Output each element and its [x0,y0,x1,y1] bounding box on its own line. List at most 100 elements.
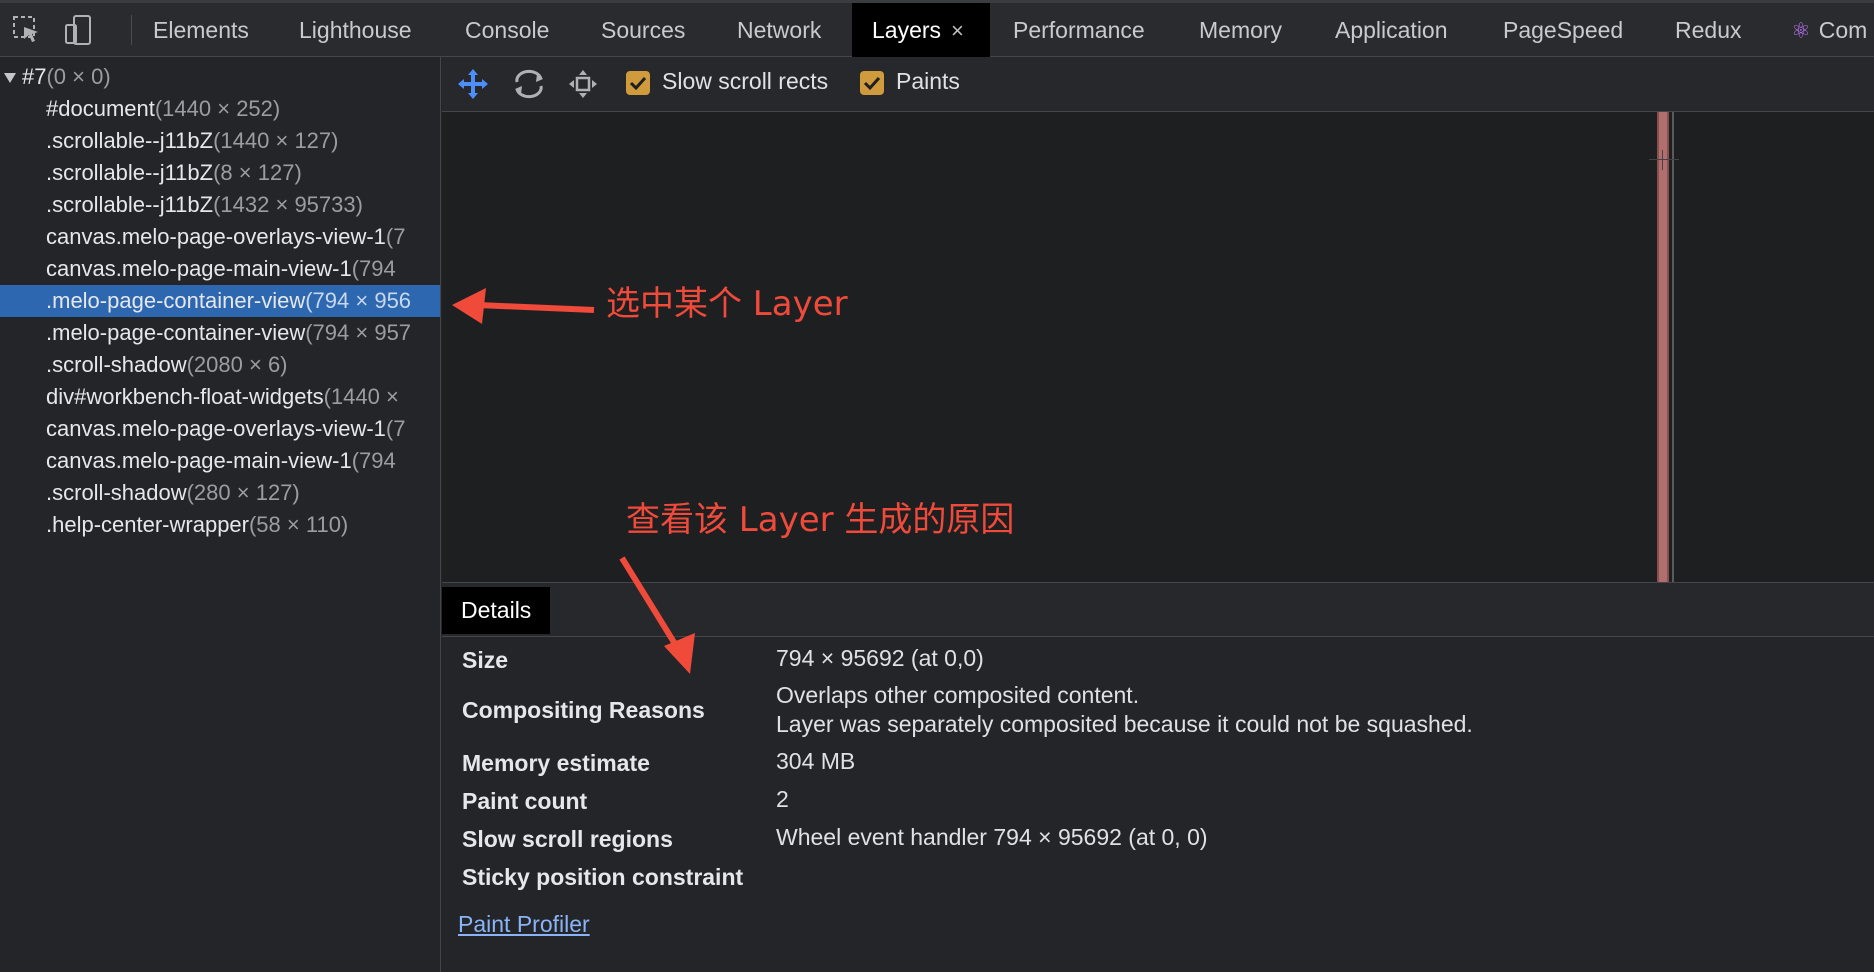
close-icon[interactable]: × [951,18,964,43]
tree-item-name: .melo-page-container-view [46,320,306,345]
detail-label-sticky-position-constraint: Sticky position constraint [462,864,744,890]
annotation-view-reason: 查看该 Layer 生成的原因 [626,500,1015,540]
crosshair-line [1649,159,1679,160]
tab-redux[interactable]: Redux [1655,3,1761,57]
tree-item-dimensions: (280 × 127) [186,480,300,505]
tab-label: Lighthouse [299,17,412,43]
tree-item-dimensions: (0 × 0) [46,64,111,89]
tab-label: Console [465,17,550,43]
tree-item-dimensions: (1440 × 127) [213,128,339,153]
tree-item-name: canvas.melo-page-main-view-1 [46,256,352,281]
tree-item-name: #7 [22,64,47,89]
tab-network[interactable]: Network [717,3,841,57]
tree-item[interactable]: .scrollable--j11bZ(1440 × 127) [0,125,440,157]
tab-label: Performance [1013,17,1145,43]
paints-label[interactable]: Paints [896,68,960,95]
tab-label: Elements [153,17,249,43]
tree-item[interactable]: #7(0 × 0) [0,61,440,93]
tree-item-name: .melo-page-container-view [46,288,306,313]
detail-value-slow-scroll-regions: Wheel event handler 794 × 95692 (at 0, 0… [776,824,1208,850]
tab-components[interactable]: ⚛ Com [1771,3,1867,57]
tab-pagespeed[interactable]: PageSpeed [1483,3,1643,57]
tab-label: Application [1335,17,1448,43]
tree-item-name: div#workbench-float-widgets [46,384,324,409]
tree-item[interactable]: .scrollable--j11bZ(8 × 127) [0,157,440,189]
devtools-tab-bar: Elements Lighthouse Console Sources Netw… [0,0,1874,57]
device-toolbar-icon[interactable] [62,13,96,47]
detail-value-compositing-reason: Overlaps other composited content. [776,682,1140,708]
tab-label: PageSpeed [1503,17,1624,43]
tree-item-dimensions: (794 × 957 [305,320,412,345]
detail-label-slow-scroll-regions: Slow scroll regions [462,826,673,852]
tree-item[interactable]: .help-center-wrapper(58 × 110) [0,509,440,541]
crosshair-line [1662,150,1663,170]
tab-label: Network [737,17,822,43]
tree-item-name: .scroll-shadow [46,352,187,377]
detail-label-memory-estimate: Memory estimate [462,750,650,776]
tree-item-name: .scroll-shadow [46,480,187,505]
tab-layers[interactable]: Layers × [852,3,990,57]
tree-item-dimensions: (2080 × 6) [186,352,288,377]
tab-label: Layers [872,17,942,43]
details-panel: Size 794 × 95692 (at 0,0) Compositing Re… [442,637,1874,972]
detail-label-compositing-reasons: Compositing Reasons [462,697,705,723]
tab-elements[interactable]: Elements [133,3,269,57]
tree-item-name: canvas.melo-page-main-view-1 [46,448,352,473]
tree-item[interactable]: canvas.melo-page-overlays-view-1(7 [0,413,440,445]
tree-item[interactable]: div#workbench-float-widgets(1440 × [0,381,440,413]
layer-rect[interactable] [1672,112,1674,582]
tab-label: Com [1818,17,1868,43]
tree-item-dimensions: (1440 × [323,384,399,409]
react-icon: ⚛ [1791,18,1811,43]
tree-item-selected[interactable]: .melo-page-container-view(794 × 956 [0,285,440,317]
tree-item[interactable]: .scroll-shadow(280 × 127) [0,477,440,509]
tab-label: Sources [601,17,686,43]
tab-console[interactable]: Console [445,3,569,57]
tree-item-dimensions: (1432 × 95733) [213,192,363,217]
tree-item-dimensions: (58 × 110) [248,512,349,537]
tab-lighthouse[interactable]: Lighthouse [279,3,432,57]
tab-sources[interactable]: Sources [581,3,705,57]
rotate-mode-icon[interactable] [512,67,546,101]
expand-triangle-icon[interactable] [4,73,16,83]
slow-scroll-rects-label[interactable]: Slow scroll rects [662,68,828,95]
tab-application[interactable]: Application [1315,3,1468,57]
tree-item-dimensions: (7 [385,224,406,249]
tree-item-name: .scrollable--j11bZ [46,160,214,185]
tree-item-dimensions: (7 [385,416,406,441]
detail-label-paint-count: Paint count [462,788,588,814]
tree-item-name: .scrollable--j11bZ [46,192,214,217]
tab-details[interactable]: Details [442,587,551,634]
tab-label: Memory [1199,17,1283,43]
tree-item[interactable]: .melo-page-container-view(794 × 957 [0,317,440,349]
layer-tree: #7(0 × 0) #document(1440 × 252) .scrolla… [0,57,441,972]
tree-item-dimensions: (794 × 956 [305,288,412,313]
slow-scroll-rects-checkbox[interactable] [626,71,650,95]
tree-item-dimensions: (8 × 127) [213,160,302,185]
tree-item-name: .help-center-wrapper [46,512,249,537]
checkmark-icon [863,76,881,91]
tree-item-dimensions: (1440 × 252) [154,96,281,121]
tree-item[interactable]: .scrollable--j11bZ(1432 × 95733) [0,189,440,221]
detail-label-size: Size [462,647,509,673]
tab-performance[interactable]: Performance [993,3,1165,57]
detail-value-compositing-reason: Layer was separately composited because … [776,711,1473,737]
pan-mode-icon[interactable] [456,67,490,101]
tree-item[interactable]: canvas.melo-page-main-view-1(794 [0,445,440,477]
paint-profiler-link[interactable]: Paint Profiler [458,911,590,938]
paints-checkbox[interactable] [860,71,884,95]
tree-item-name: #document [46,96,155,121]
tree-item[interactable]: canvas.melo-page-main-view-1(794 [0,253,440,285]
reset-transform-icon[interactable] [566,67,600,101]
tab-memory[interactable]: Memory [1179,3,1302,57]
tree-item-dimensions: (794 [351,256,396,281]
tree-item-name: canvas.melo-page-overlays-view-1 [46,416,386,441]
inspect-element-icon[interactable] [10,13,44,47]
annotation-select-layer: 选中某个 Layer [606,284,848,324]
tree-item[interactable]: #document(1440 × 252) [0,93,440,125]
tree-item[interactable]: .scroll-shadow(2080 × 6) [0,349,440,381]
selected-layer-rect[interactable] [1657,112,1669,582]
tab-bar-separator [131,15,132,45]
tree-item-name: canvas.melo-page-overlays-view-1 [46,224,386,249]
tree-item[interactable]: canvas.melo-page-overlays-view-1(7 [0,221,440,253]
